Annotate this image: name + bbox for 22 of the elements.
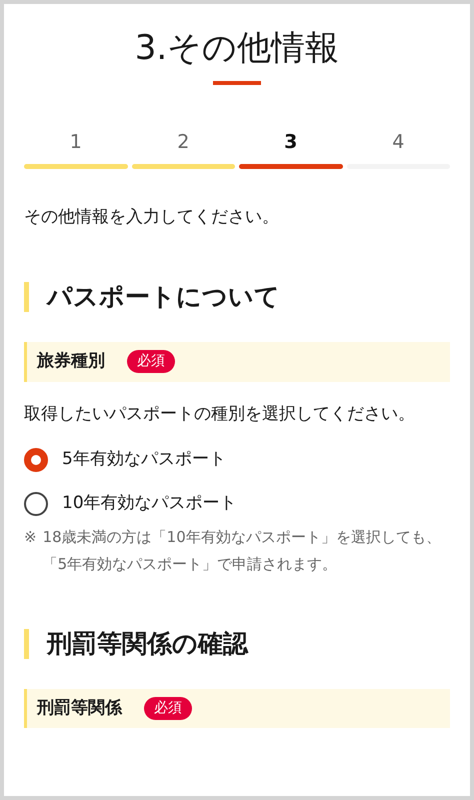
step-number: 1 <box>68 130 83 154</box>
radio-option[interactable]: 10年有効なパスポート <box>24 490 237 516</box>
intro-text: その他情報を入力してください。 <box>24 206 280 229</box>
required-badge: 必須 <box>127 350 175 374</box>
note-text: 18歳未満の方は「10年有効なパスポート」を選択しても、「5年有効なパスポート」で申請されます。 <box>42 527 442 575</box>
required-badge: 必須 <box>144 697 192 720</box>
step-number: 4 <box>391 130 406 154</box>
title-underline <box>213 80 261 85</box>
step-number: 2 <box>176 130 190 154</box>
field-label: 刑罰等関係 <box>37 696 122 720</box>
option-label: 10年有効なパスポート <box>62 492 237 515</box>
section-heading: パスポートについて <box>24 282 450 312</box>
note-mark: ※ <box>24 527 37 548</box>
step-number: 3 <box>283 130 298 154</box>
section-heading: 刑罰等関係の確認 <box>24 628 450 659</box>
radio-button[interactable] <box>24 492 48 516</box>
field-label: 旅券種別 <box>37 350 105 374</box>
radio-option[interactable]: 5年有効なパスポート <box>24 447 226 473</box>
radio-button[interactable] <box>24 448 48 472</box>
option-label: 5年有効なパスポート <box>62 448 226 472</box>
page-title: 3.その他情報 <box>134 28 340 69</box>
field-description: 取得したいパスポートの種別を選択してください。 <box>24 402 416 426</box>
